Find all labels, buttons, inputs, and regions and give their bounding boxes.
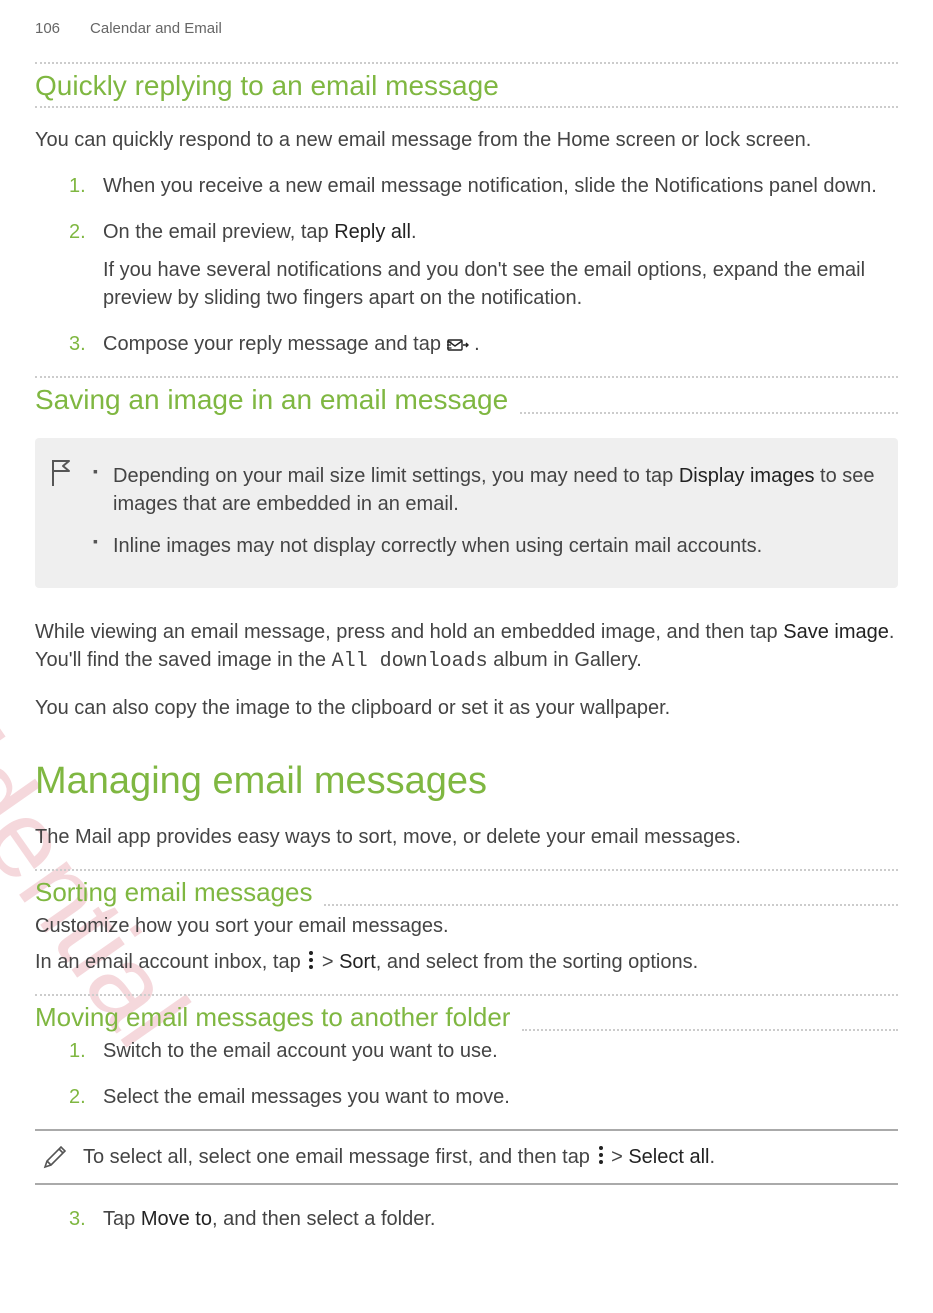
watermark-text-2: for certification on <box>0 1280 528 1301</box>
step-3: 3. Compose your reply message and tap . <box>69 330 898 358</box>
page-header: 106 Calendar and Email <box>35 20 898 37</box>
managing-intro: The Mail app provides easy ways to sort,… <box>35 823 898 851</box>
sort-p2-b: > <box>322 951 339 973</box>
step-marker: 1. <box>69 1037 86 1065</box>
more-icon <box>596 1145 606 1165</box>
move-step-1-text: Switch to the email account you want to … <box>103 1040 498 1062</box>
sort-p1: Customize how you sort your email messag… <box>35 912 898 940</box>
move-steps-cont: 3. Tap Move to, and then select a folder… <box>35 1205 898 1233</box>
sort-p2-a: In an email account inbox, tap <box>35 951 306 973</box>
move-step-3-a: Tap <box>103 1208 141 1230</box>
step-1: 1. When you receive a new email message … <box>69 172 898 200</box>
display-images-label: Display images <box>679 465 815 487</box>
heading-moving: Moving email messages to another folder <box>35 996 522 1037</box>
save-image-p2: You can also copy the image to the clipb… <box>35 694 898 722</box>
step-2-text-a: On the email preview, tap <box>103 221 334 243</box>
move-step-3: 3. Tap Move to, and then select a folder… <box>69 1205 898 1233</box>
move-steps: 1. Switch to the email account you want … <box>35 1037 898 1111</box>
pencil-icon <box>41 1143 69 1171</box>
step-marker: 2. <box>69 218 86 246</box>
move-to-label: Move to <box>141 1208 212 1230</box>
more-icon <box>306 950 316 970</box>
tip-a: To select all, select one email message … <box>83 1146 596 1168</box>
move-step-2-text: Select the email messages you want to mo… <box>103 1086 510 1108</box>
step-2: 2. On the email preview, tap Reply all. … <box>69 218 898 312</box>
move-step-2: 2. Select the email messages you want to… <box>69 1083 898 1111</box>
step-marker: 2. <box>69 1083 86 1111</box>
quick-reply-steps: 1. When you receive a new email message … <box>35 172 898 358</box>
step-marker: 3. <box>69 1205 86 1233</box>
quick-reply-intro: You can quickly respond to a new email m… <box>35 126 898 154</box>
step-2-sub: If you have several notifications and yo… <box>103 256 898 312</box>
reply-all-label: Reply all <box>334 221 411 243</box>
step-1-text: When you receive a new email message not… <box>103 175 877 197</box>
step-marker: 1. <box>69 172 86 200</box>
callout-notes: Depending on your mail size limit settin… <box>35 438 898 588</box>
chapter-title: Calendar and Email <box>90 20 222 37</box>
note-2: Inline images may not display correctly … <box>93 532 878 560</box>
send-icon <box>447 333 469 351</box>
step-3-text-a: Compose your reply message and tap <box>103 333 447 355</box>
page-number: 106 <box>35 20 60 37</box>
select-all-label: Select all <box>628 1146 709 1168</box>
sort-label: Sort <box>339 951 376 973</box>
flag-icon <box>49 458 73 488</box>
tip-d: . <box>709 1146 715 1168</box>
p1-a: While viewing an email message, press an… <box>35 621 783 643</box>
move-step-1: 1. Switch to the email account you want … <box>69 1037 898 1065</box>
tip-select-all: To select all, select one email message … <box>35 1129 898 1185</box>
step-3-text-b: . <box>474 333 480 355</box>
tip-b: > <box>611 1146 628 1168</box>
all-downloads-label: All downloads <box>332 650 488 673</box>
sort-p2-d: , and select from the sorting options. <box>376 951 698 973</box>
sort-p2: In an email account inbox, tap > Sort, a… <box>35 948 898 976</box>
step-2-text-c: . <box>411 221 417 243</box>
heading-quick-reply: Quickly replying to an email message <box>35 64 898 106</box>
save-image-label: Save image <box>783 621 889 643</box>
p1-e: album in Gallery. <box>488 649 642 671</box>
note-1: Depending on your mail size limit settin… <box>93 462 878 518</box>
move-step-3-c: , and then select a folder. <box>212 1208 436 1230</box>
heading-sorting: Sorting email messages <box>35 871 324 912</box>
heading-save-image: Saving an image in an email message <box>35 378 520 420</box>
note-1-a: Depending on your mail size limit settin… <box>113 465 679 487</box>
step-marker: 3. <box>69 330 86 358</box>
heading-managing: Managing email messages <box>35 760 898 803</box>
save-image-p1: While viewing an email message, press an… <box>35 618 898 676</box>
